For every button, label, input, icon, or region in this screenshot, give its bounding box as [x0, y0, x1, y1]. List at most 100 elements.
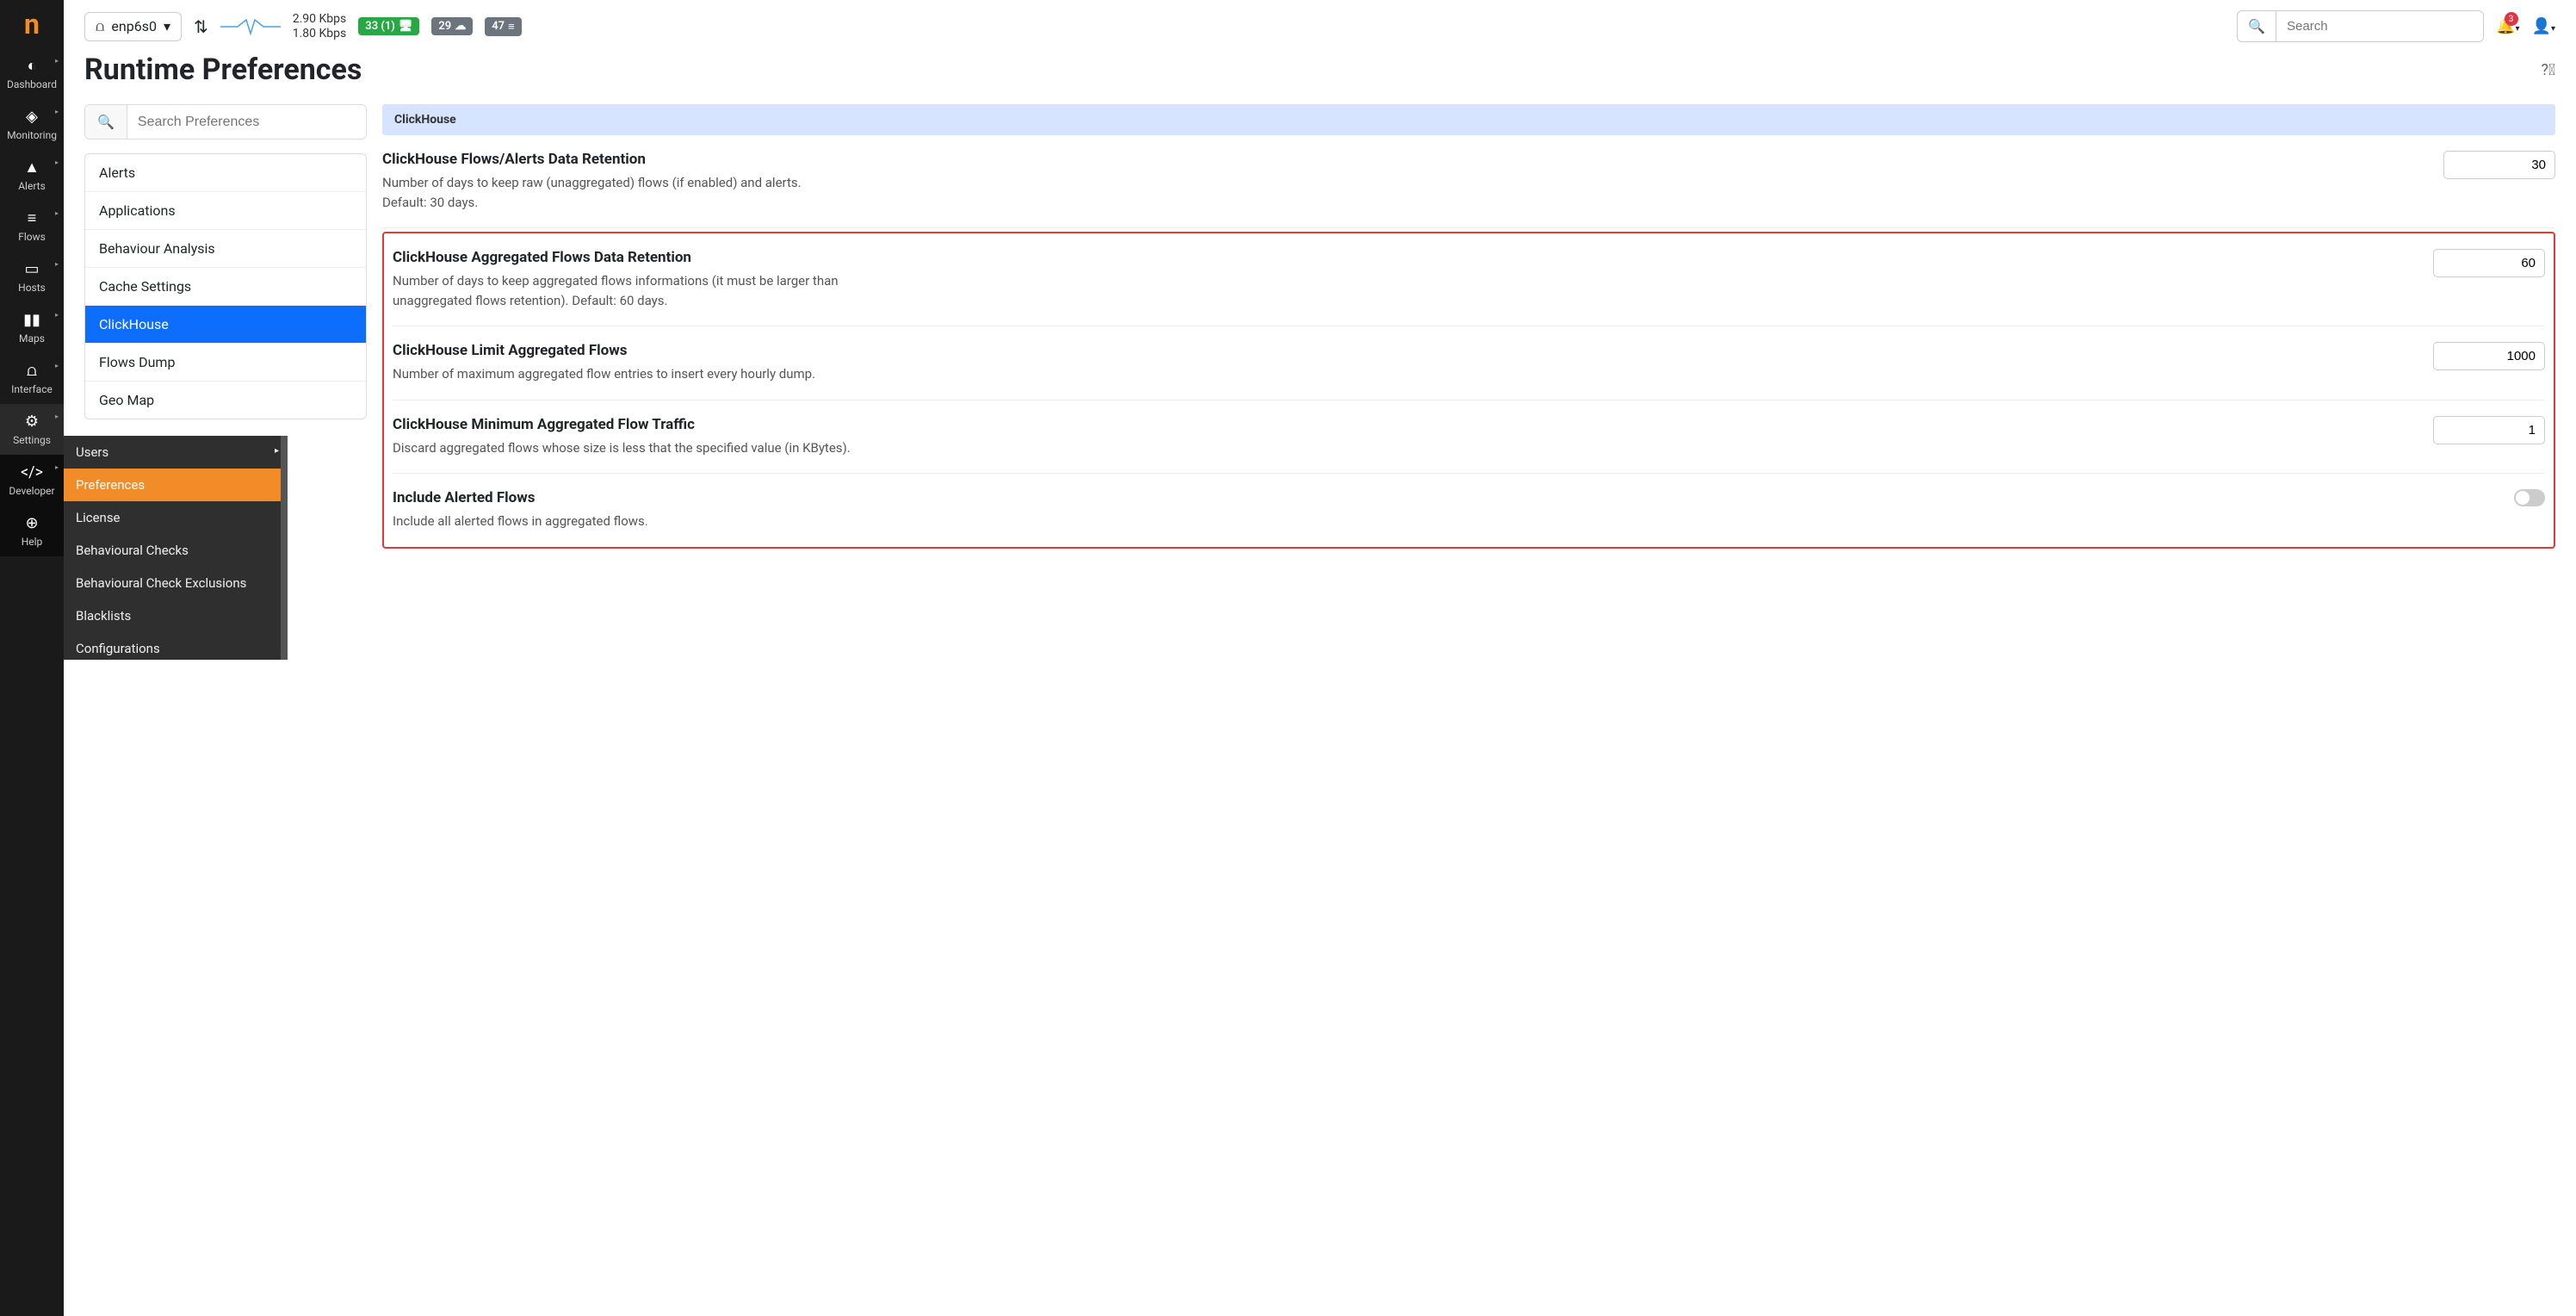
- chevron-right-icon: ▸: [55, 311, 59, 319]
- pref-desc: Number of days to keep aggregated flows …: [393, 271, 858, 310]
- ethernet-icon: ⩍: [96, 18, 104, 35]
- flows-icon: ≡: [0, 209, 64, 227]
- user-menu[interactable]: 👤▾: [2532, 17, 2555, 35]
- sidebar-item-developer[interactable]: </>Developer▸: [0, 455, 64, 506]
- badge-text: 47: [492, 20, 505, 33]
- chevron-right-icon: ▸: [55, 260, 59, 268]
- category-applications[interactable]: Applications: [85, 192, 366, 230]
- pref-desc: Number of maximum aggregated flow entrie…: [393, 364, 858, 384]
- page-title: Runtime Preferences: [84, 53, 362, 87]
- category-list: Alerts Applications Behaviour Analysis C…: [84, 153, 367, 419]
- submenu-item-blacklists[interactable]: Blacklists: [64, 599, 288, 632]
- global-search: 🔍: [2237, 10, 2484, 42]
- category-cache-settings[interactable]: Cache Settings: [85, 268, 366, 306]
- category-behaviour-analysis[interactable]: Behaviour Analysis: [85, 230, 366, 268]
- submenu-item-behavioural-checks[interactable]: Behavioural Checks: [64, 534, 288, 567]
- pref-desc: Include all alerted flows in aggregated …: [393, 512, 858, 531]
- badge-flows[interactable]: 47 ≡: [485, 17, 521, 36]
- logo[interactable]: n: [0, 0, 64, 48]
- pref-input-limit[interactable]: [2433, 342, 2545, 370]
- chevron-down-icon: ▾: [164, 18, 170, 34]
- submenu-item-preferences[interactable]: Preferences: [64, 469, 288, 501]
- sidebar-item-interface[interactable]: ⩍Interface▸: [0, 353, 64, 404]
- pref-title: ClickHouse Minimum Aggregated Flow Traff…: [393, 416, 2407, 433]
- rate-down: 2.90 Kbps: [293, 12, 347, 27]
- sidebar-item-help[interactable]: ⊕Help: [0, 506, 64, 556]
- pref-limit-aggregated: ClickHouse Limit Aggregated Flows Number…: [393, 326, 2545, 400]
- sidebar-item-label: Settings: [13, 434, 51, 446]
- help-icon[interactable]: ?⃝: [2542, 61, 2556, 79]
- chevron-right-icon: ▸: [55, 158, 59, 166]
- search-icon: 🔍: [2248, 18, 2265, 34]
- submenu-item-license[interactable]: License: [64, 501, 288, 534]
- pref-search-input[interactable]: [127, 105, 366, 139]
- chevron-down-icon: ▾: [2516, 24, 2520, 34]
- gear-icon: ⚙: [0, 413, 64, 431]
- category-clickhouse[interactable]: ClickHouse: [85, 306, 366, 344]
- sidebar-item-monitoring[interactable]: ◈ Monitoring ▸: [0, 99, 64, 150]
- pref-desc: Number of days to keep raw (unaggregated…: [382, 173, 847, 212]
- sidebar-item-maps[interactable]: ▮▮ Maps ▸: [0, 302, 64, 353]
- sidebar-item-label: Dashboard: [7, 78, 57, 90]
- interface-name: enp6s0: [111, 18, 157, 34]
- maps-icon: ▮▮: [0, 311, 64, 329]
- dashboard-icon: ◐: [0, 57, 64, 75]
- sidebar-item-label: Hosts: [18, 282, 46, 294]
- badge-text: 29: [438, 20, 451, 33]
- sidebar-item-dashboard[interactable]: ◐ Dashboard ▸: [0, 48, 64, 99]
- pref-toggle-alerted[interactable]: [2514, 489, 2545, 506]
- sidebar-item-hosts[interactable]: ▭ Hosts ▸: [0, 251, 64, 302]
- pref-title: Include Alerted Flows: [393, 489, 2407, 506]
- logo-text: n: [24, 8, 40, 40]
- submenu-item-configurations[interactable]: Configurations: [64, 632, 288, 660]
- submenu-item-users[interactable]: Users ▸: [64, 436, 288, 469]
- category-geo-map[interactable]: Geo Map: [85, 382, 366, 419]
- submenu-scrollbar[interactable]: [281, 436, 288, 660]
- submenu-label: Behavioural Checks: [76, 543, 189, 558]
- sidebar-item-label: Interface: [11, 383, 53, 395]
- sidebar-item-label: Help: [22, 536, 43, 548]
- submenu-label: Blacklists: [76, 608, 131, 624]
- submenu-label: Users: [76, 444, 108, 460]
- category-alerts[interactable]: Alerts: [85, 154, 366, 192]
- monitoring-icon: ◈: [0, 108, 64, 126]
- topbar: ⩍ enp6s0 ▾ ⇅ 2.90 Kbps 1.80 Kbps 33 (1) …: [64, 0, 2576, 53]
- alerts-icon: ▲: [0, 158, 64, 177]
- hosts-icon: ▭: [0, 260, 64, 278]
- chevron-right-icon: ▸: [55, 57, 59, 65]
- chevron-right-icon: ▸: [55, 463, 59, 471]
- badge-text: 33 (1): [365, 20, 395, 33]
- search-input[interactable]: [2276, 12, 2483, 40]
- badge-devices[interactable]: 29 ☁: [431, 17, 473, 35]
- sidebar-item-label: Monitoring: [7, 129, 57, 141]
- pref-panel: ClickHouse ClickHouse Flows/Alerts Data …: [382, 104, 2555, 549]
- chevron-right-icon: ▸: [55, 362, 59, 369]
- category-flows-dump[interactable]: Flows Dump: [85, 344, 366, 382]
- list-icon: ≡: [508, 20, 515, 34]
- sidebar-item-flows[interactable]: ≡Flows▸: [0, 201, 64, 251]
- submenu-label: Configurations: [76, 641, 160, 656]
- cloud-icon: ☁: [455, 20, 466, 33]
- updown-icon: ⇅: [194, 16, 208, 37]
- sparkline: [220, 15, 281, 39]
- notifications[interactable]: 🔔▾ 3: [2496, 17, 2519, 35]
- search-button[interactable]: 🔍: [2238, 11, 2276, 41]
- sidebar-item-label: Maps: [19, 332, 45, 345]
- chevron-right-icon: ▸: [55, 413, 59, 420]
- sidebar-item-alerts[interactable]: ▲Alerts▸: [0, 150, 64, 201]
- chevron-right-icon: ▸: [55, 209, 59, 217]
- search-icon: 🔍: [85, 105, 127, 139]
- submenu-item-behavioural-exclusions[interactable]: Behavioural Check Exclusions: [64, 567, 288, 599]
- chevron-right-icon: ▸: [55, 108, 59, 115]
- sidebar-item-settings[interactable]: ⚙ Settings ▸: [0, 404, 64, 455]
- notif-count: 3: [2505, 12, 2518, 26]
- sidebar-item-label: Developer: [9, 485, 54, 497]
- pref-input-retention[interactable]: [2443, 151, 2555, 179]
- page-header: Runtime Preferences ?⃝: [64, 53, 2576, 104]
- pref-input-min-traffic[interactable]: [2433, 416, 2545, 444]
- chevron-right-icon: ▸: [275, 446, 279, 456]
- badge-hosts[interactable]: 33 (1) 🖥: [358, 17, 419, 35]
- pref-input-agg-retention[interactable]: [2433, 249, 2545, 277]
- interface-selector[interactable]: ⩍ enp6s0 ▾: [84, 12, 182, 41]
- pref-title: ClickHouse Limit Aggregated Flows: [393, 342, 2407, 359]
